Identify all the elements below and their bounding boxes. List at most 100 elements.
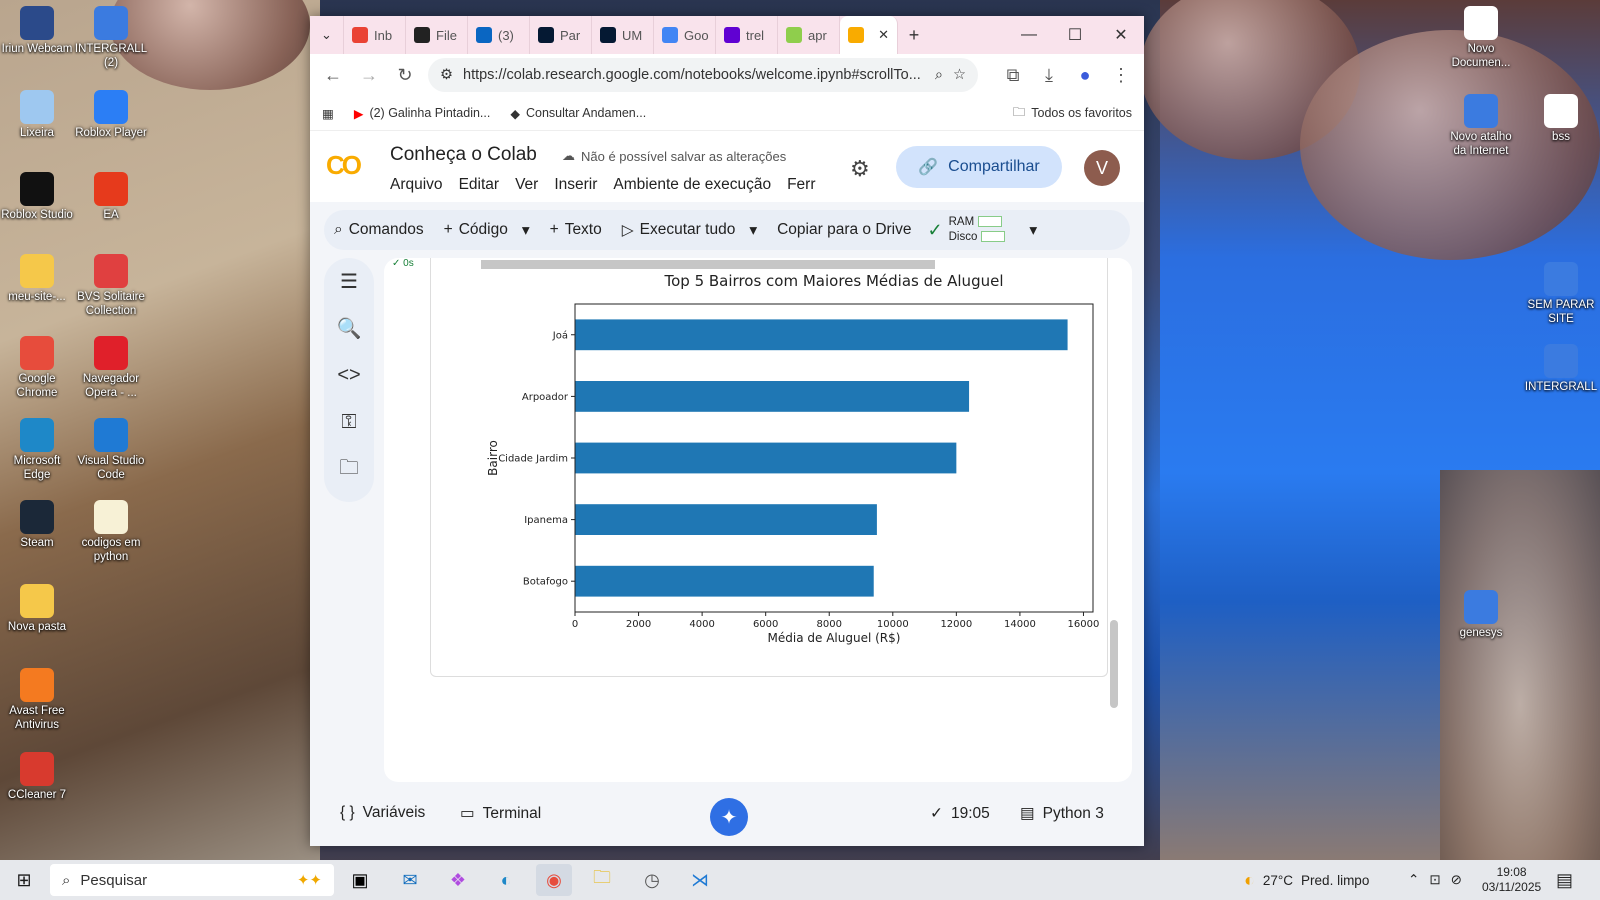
download-icon[interactable]: ⤓ (1036, 65, 1062, 86)
desktop-shortcut[interactable]: Roblox Studio (0, 172, 74, 222)
share-button[interactable]: 🔗 Compartilhar (896, 146, 1062, 188)
desktop-shortcut[interactable]: INTERGRALL (2) (74, 6, 148, 70)
tab-search-icon[interactable]: ⌄ (310, 16, 344, 54)
browser-tab[interactable]: (3) (468, 16, 530, 54)
menu-item[interactable]: Inserir (554, 176, 597, 194)
browser-tab[interactable]: File (406, 16, 468, 54)
copilot-icon[interactable]: ❖ (440, 864, 476, 896)
desktop-shortcut[interactable]: Avast Free Antivirus (0, 668, 74, 732)
bookmark-item[interactable]: ◆ Consultar Andamen... (510, 106, 646, 121)
desktop-shortcut[interactable]: genesys (1444, 590, 1518, 640)
outlook-icon[interactable]: ✉ (392, 864, 428, 896)
profile-icon[interactable]: ● (1072, 65, 1098, 86)
find-replace-icon[interactable]: 🔍 (324, 305, 374, 352)
reload-icon[interactable]: ↻ (392, 65, 418, 86)
browser-tab[interactable]: Inb (344, 16, 406, 54)
desktop-shortcut[interactable]: EA (74, 172, 148, 222)
chevron-down-icon[interactable]: ▾ (1029, 221, 1037, 240)
resources-indicator[interactable]: RAM Disco (949, 215, 1006, 245)
desktop-shortcut[interactable]: Novo atalho da Internet (1444, 94, 1518, 158)
code-snippets-icon[interactable]: <> (324, 352, 374, 399)
desktop-shortcut[interactable]: meu-site-... (0, 254, 74, 304)
desktop-shortcut[interactable]: INTERGRALL (1524, 344, 1598, 394)
menu-item[interactable]: Editar (459, 176, 500, 194)
colab-logo-icon[interactable]: CO (326, 150, 362, 181)
notifications-icon[interactable]: ▤ (1556, 860, 1573, 900)
commands-button[interactable]: ⌕ Comandos (324, 221, 434, 239)
files-folder-icon[interactable]: 🗀 (324, 446, 374, 493)
taskbar-search[interactable]: ⌕ Pesquisar ✦✦ (50, 864, 334, 896)
table-of-contents-icon[interactable]: ☰ (324, 258, 374, 305)
windows-start-icon[interactable]: ⊞ (6, 864, 42, 896)
avatar[interactable]: V (1084, 150, 1120, 186)
omnibox[interactable]: ⚙ https://colab.research.google.com/note… (428, 58, 978, 92)
run-all-button[interactable]: ▷ Executar tudo ▾ (612, 221, 767, 240)
browser-tab[interactable]: apr (778, 16, 840, 54)
desktop-shortcut[interactable]: BVS Solitaire Collection (74, 254, 148, 318)
extensions-icon[interactable]: ⧉ (1000, 65, 1026, 86)
chevron-down-icon[interactable]: ▾ (522, 221, 530, 240)
desktop-shortcut[interactable]: Microsoft Edge (0, 418, 74, 482)
weather-widget[interactable]: ◐ 27°C Pred. limpo (1244, 860, 1369, 900)
menu-item[interactable]: Ambiente de execução (613, 176, 771, 194)
minimize-icon[interactable]: — (1006, 16, 1052, 54)
desktop-shortcut[interactable]: Navegador Opera - ... (74, 336, 148, 400)
desktop-shortcut[interactable]: CCleaner 7 (0, 752, 74, 802)
browser-tab[interactable]: ✕ (840, 16, 898, 54)
menu-item[interactable]: Ferr (787, 176, 815, 194)
vertical-scrollbar[interactable] (1110, 620, 1118, 708)
browser-tab[interactable]: Goo (654, 16, 716, 54)
bookmark-item[interactable]: ▶ (2) Galinha Pintadin... (354, 106, 491, 121)
execution-status[interactable]: ✓ 19:05 (930, 804, 990, 823)
runtime-indicator[interactable]: ▤ Python 3 (1020, 804, 1104, 823)
apps-icon[interactable]: ▦ (322, 106, 334, 121)
desktop-shortcut[interactable]: Iriun Webcam (0, 6, 74, 56)
desktop-shortcut[interactable]: codigos em python (74, 500, 148, 564)
file-explorer-icon[interactable]: 🗀 (584, 864, 620, 896)
secrets-key-icon[interactable]: ⚿ (324, 399, 374, 446)
desktop-shortcut[interactable]: SEM PARAR SITE (1524, 262, 1598, 326)
variables-button[interactable]: { } Variáveis (340, 804, 425, 822)
desktop-shortcut[interactable]: Novo Documen... (1444, 6, 1518, 70)
url-text[interactable]: https://colab.research.google.com/notebo… (463, 67, 925, 83)
browser-tab[interactable]: Par (530, 16, 592, 54)
desktop-shortcut[interactable]: Roblox Player (74, 90, 148, 140)
close-window-icon[interactable]: ✕ (1098, 16, 1144, 54)
network-icon[interactable]: ⊘ (1451, 872, 1462, 888)
zoom-icon[interactable]: ⌕ (935, 67, 943, 83)
task-view-icon[interactable]: ▣ (342, 864, 378, 896)
notebook-title[interactable]: Conheça o Colab (390, 144, 537, 166)
settings-gear-icon[interactable]: ⚙ (850, 156, 870, 182)
browser-tab[interactable]: trel (716, 16, 778, 54)
chrome-icon[interactable]: ◉ (536, 864, 572, 896)
desktop-shortcut[interactable]: bss (1524, 94, 1598, 144)
terminal-button[interactable]: ▭ Terminal (460, 804, 541, 823)
gemini-icon[interactable]: ✦ (710, 798, 748, 836)
desktop-shortcut[interactable]: Google Chrome (0, 336, 74, 400)
all-bookmarks[interactable]: 🗀 Todos os favoritos (1013, 103, 1132, 124)
device-icon[interactable]: ⊡ (1429, 872, 1440, 888)
new-tab-icon[interactable]: + (898, 16, 930, 54)
save-status[interactable]: ☁ Não é possível salvar as alterações (562, 148, 786, 164)
menu-item[interactable]: Arquivo (390, 176, 443, 194)
site-info-icon[interactable]: ⚙ (440, 67, 453, 83)
maximize-icon[interactable]: ☐ (1052, 16, 1098, 54)
desktop-shortcut[interactable]: Steam (0, 500, 74, 550)
clock-app-icon[interactable]: ◷ (634, 864, 670, 896)
menu-icon[interactable]: ⋮ (1108, 65, 1134, 86)
menu-item[interactable]: Ver (515, 176, 538, 194)
forward-icon[interactable]: → (356, 65, 382, 86)
add-text-button[interactable]: + Texto (540, 221, 612, 239)
add-code-button[interactable]: + Código ▾ (434, 221, 540, 240)
clock[interactable]: 19:08 03/11/2025 (1482, 860, 1541, 900)
browser-tab[interactable]: UM (592, 16, 654, 54)
desktop-shortcut[interactable]: Nova pasta (0, 584, 74, 634)
copy-to-drive-button[interactable]: Copiar para o Drive (767, 221, 921, 239)
close-tab-icon[interactable]: ✕ (878, 27, 889, 43)
desktop-shortcut[interactable]: Visual Studio Code (74, 418, 148, 482)
back-icon[interactable]: ← (320, 65, 346, 86)
star-icon[interactable]: ☆ (953, 67, 966, 83)
chevron-down-icon[interactable]: ▾ (749, 221, 757, 240)
edge-icon[interactable]: ◐ (488, 864, 524, 896)
chevron-up-icon[interactable]: ⌃ (1408, 872, 1419, 888)
